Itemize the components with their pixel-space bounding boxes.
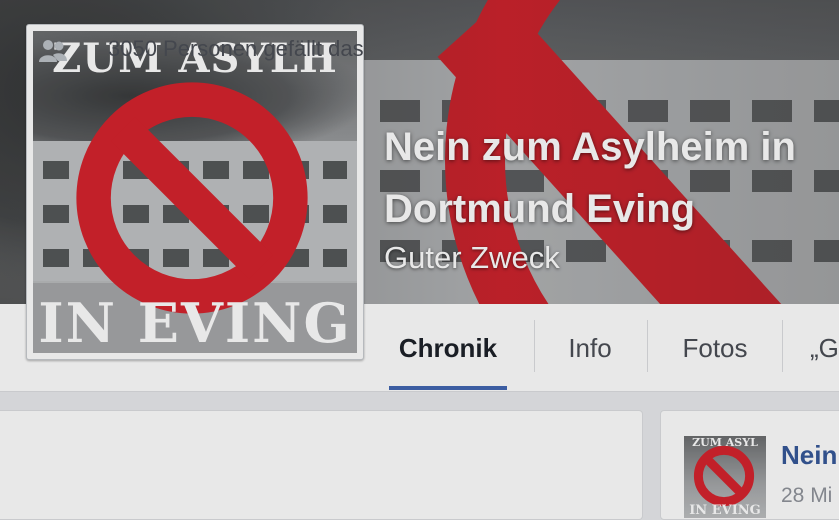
active-tab-indicator xyxy=(389,386,507,390)
tab-divider xyxy=(647,320,648,372)
post-avatar[interactable]: ZUM ASYL IN EVING xyxy=(684,436,766,518)
people-icon xyxy=(39,40,67,62)
likes-card xyxy=(0,410,643,520)
tab-chronik[interactable]: Chronik xyxy=(389,304,507,392)
tab-more[interactable]: „G xyxy=(810,304,839,392)
tab-fotos[interactable]: Fotos xyxy=(662,304,768,392)
profile-picture[interactable]: ZUM ASYLH IN EVING xyxy=(26,24,364,360)
thumb-text-bottom: IN EVING xyxy=(689,503,761,518)
tab-divider xyxy=(782,320,783,372)
profile-image: ZUM ASYLH IN EVING xyxy=(33,31,357,353)
page-category[interactable]: Guter Zweck xyxy=(384,240,560,276)
post-date[interactable]: 28 Mi xyxy=(781,484,832,508)
thumb-text-top: ZUM ASYL xyxy=(692,436,758,449)
profile-text-bottom: IN EVING xyxy=(38,291,352,353)
prohibition-sign-icon xyxy=(76,82,308,314)
likes-count-text[interactable]: 3050 Personen gefällt das xyxy=(108,36,364,62)
tab-info[interactable]: Info xyxy=(548,304,632,392)
post-author-link[interactable]: Nein xyxy=(781,440,837,471)
prohibition-sign-icon xyxy=(693,445,755,507)
tab-divider xyxy=(534,320,535,372)
page-title[interactable]: Nein zum Asylheim in Dortmund Eving xyxy=(384,116,834,240)
